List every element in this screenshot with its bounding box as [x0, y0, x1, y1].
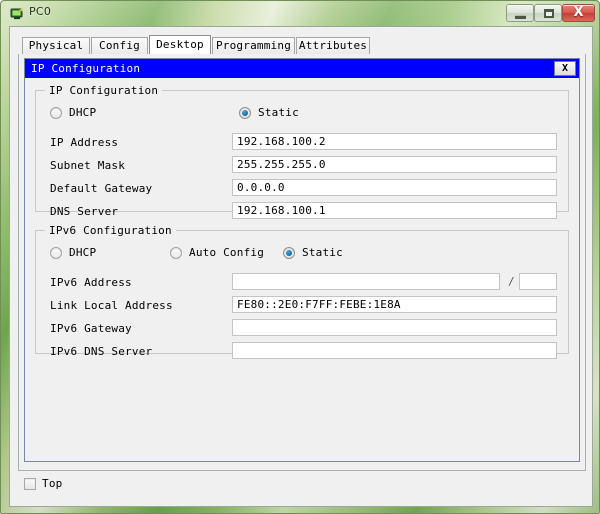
desktop-tab-panel: IP Configuration X IP Configuration DHCP: [18, 54, 586, 471]
ip-configuration-titlebar[interactable]: IP Configuration X: [25, 59, 579, 78]
ipv6-prefix-input[interactable]: [519, 273, 557, 290]
ipv6-dhcp-label: DHCP: [69, 246, 97, 259]
ipv6-address-label: IPv6 Address: [50, 276, 132, 289]
ip-configuration-title: IP Configuration: [31, 62, 141, 75]
tab-programming[interactable]: Programming: [212, 37, 295, 54]
tab-physical[interactable]: Physical: [22, 37, 90, 54]
close-icon: X: [573, 5, 584, 20]
ipv6-gateway-input[interactable]: [232, 319, 557, 336]
ipv4-ip-address-label: IP Address: [50, 136, 119, 149]
ipv6-auto-config-label: Auto Config: [189, 246, 265, 259]
ip-configuration-window: IP Configuration X IP Configuration DHCP: [24, 58, 580, 462]
pc-device-icon: [10, 6, 24, 20]
ipv4-dns-server-label: DNS Server: [50, 205, 119, 218]
tab-desktop[interactable]: Desktop: [149, 35, 211, 54]
window-client-area: Physical Config Desktop Programming Attr…: [9, 26, 593, 507]
tab-config[interactable]: Config: [91, 37, 148, 54]
ipv4-default-gateway-input[interactable]: 0.0.0.0: [232, 179, 557, 196]
ipv4-dhcp-label: DHCP: [69, 106, 97, 119]
ipv6-static-label: Static: [302, 246, 343, 259]
ipv6-dns-server-label: IPv6 DNS Server: [50, 345, 153, 358]
minimize-button[interactable]: [506, 4, 534, 22]
ipv6-address-input[interactable]: [232, 273, 500, 290]
ipv6-link-local-address-label: Link Local Address: [50, 299, 173, 312]
ipv6-group-label: IPv6 Configuration: [45, 224, 176, 237]
ipv4-dhcp-radio[interactable]: [50, 107, 62, 119]
ipv6-gateway-label: IPv6 Gateway: [50, 322, 132, 335]
ipv6-dns-server-input[interactable]: [232, 342, 557, 359]
ipv6-auto-config-radio[interactable]: [170, 247, 182, 259]
ip-configuration-body: IP Configuration DHCP Static IP Address: [25, 78, 579, 461]
window-titlebar[interactable]: PC0 X: [1, 1, 600, 25]
ipv4-ip-address-input[interactable]: 192.168.100.2: [232, 133, 557, 150]
ip-configuration-close-button[interactable]: X: [554, 61, 576, 76]
ipv4-group: IP Configuration DHCP Static IP Address: [35, 84, 569, 219]
top-checkbox[interactable]: [24, 478, 36, 490]
window-title: PC0: [29, 5, 52, 18]
top-checkbox-label: Top: [42, 477, 63, 490]
ipv4-static-label: Static: [258, 106, 299, 119]
maximize-button[interactable]: [534, 4, 562, 22]
minimize-icon: [515, 15, 526, 19]
maximize-icon: [544, 9, 554, 18]
ipv4-dns-server-input[interactable]: 192.168.100.1: [232, 202, 557, 219]
ipv4-default-gateway-label: Default Gateway: [50, 182, 153, 195]
ipv6-static-radio[interactable]: [283, 247, 295, 259]
ipv4-subnet-mask-label: Subnet Mask: [50, 159, 126, 172]
pc0-window: PC0 X Physical Config Desktop Programmin…: [0, 0, 600, 514]
ipv6-group: IPv6 Configuration DHCP Auto Config Stat…: [35, 224, 569, 359]
ipv6-link-local-address-input[interactable]: FE80::2E0:F7FF:FEBE:1E8A: [232, 296, 557, 313]
close-button[interactable]: X: [562, 4, 595, 22]
ipv4-static-radio[interactable]: [239, 107, 251, 119]
ipv6-dhcp-radio[interactable]: [50, 247, 62, 259]
tab-bar: Physical Config Desktop Programming Attr…: [10, 35, 594, 54]
ipv4-subnet-mask-input[interactable]: 255.255.255.0: [232, 156, 557, 173]
tab-attributes[interactable]: Attributes: [296, 37, 370, 54]
ipv6-prefix-separator: /: [508, 275, 515, 288]
ipv4-group-label: IP Configuration: [45, 84, 163, 97]
